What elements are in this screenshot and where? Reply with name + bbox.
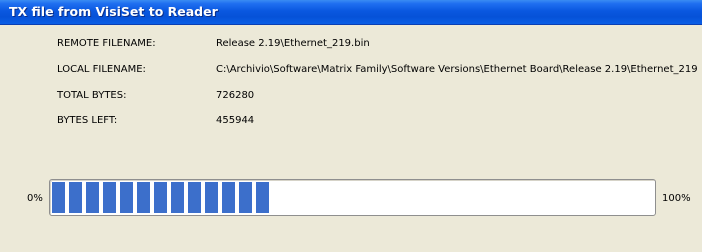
- remote-filename-label: REMOTE FILENAME:: [57, 38, 156, 49]
- progress-fill: [52, 182, 269, 213]
- transfer-progress-bar: [49, 179, 656, 216]
- dialog-client-area: [0, 25, 702, 252]
- progress-max-label: 100%: [662, 193, 691, 204]
- bytes-left-label: BYTES LEFT:: [57, 115, 118, 126]
- total-bytes-label: TOTAL BYTES:: [57, 90, 127, 101]
- progress-min-label: 0%: [27, 193, 43, 204]
- title-bar[interactable]: TX file from VisiSet to Reader: [0, 0, 702, 25]
- total-bytes-value: 726280: [216, 90, 255, 101]
- bytes-left-value: 455944: [216, 115, 255, 126]
- remote-filename-value: Release 2.19\Ethernet_219.bin: [216, 38, 370, 49]
- window-title: TX file from VisiSet to Reader: [9, 4, 218, 19]
- local-filename-value: C:\Archivio\Software\Matrix Family\Softw…: [216, 64, 698, 75]
- local-filename-label: LOCAL FILENAME:: [57, 64, 146, 75]
